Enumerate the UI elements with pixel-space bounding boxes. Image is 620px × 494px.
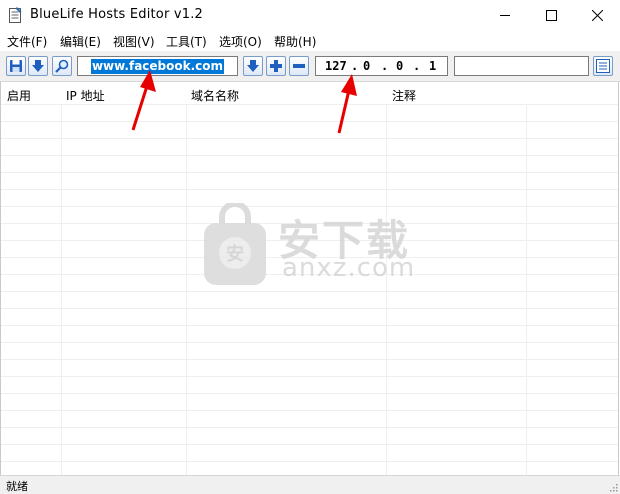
- red-arrow-icon: [337, 74, 357, 134]
- status-text: 就绪: [6, 480, 28, 493]
- annotation-arrows: [131, 70, 357, 134]
- status-bar: 就绪: [0, 475, 620, 494]
- resize-grip-icon[interactable]: [608, 482, 618, 492]
- red-arrow-icon: [131, 70, 156, 131]
